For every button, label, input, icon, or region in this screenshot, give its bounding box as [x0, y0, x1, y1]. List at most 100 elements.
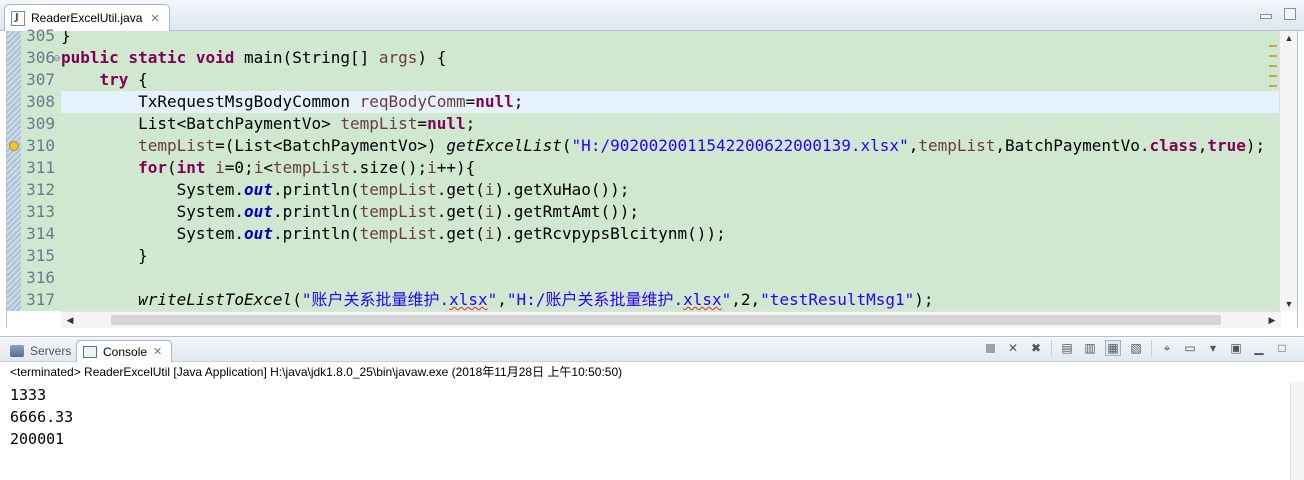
- console-output-line: 200001: [10, 430, 65, 448]
- code-token: null: [475, 92, 514, 111]
- code-line[interactable]: for(int i=0;i<tempList.size();i++){: [61, 157, 1281, 179]
- code-token: (: [292, 290, 302, 309]
- open-console-icon[interactable]: ▣: [1228, 340, 1244, 356]
- tab-servers[interactable]: Servers: [4, 340, 77, 362]
- code-token: ).getRcvpypsBlcitynm());: [494, 224, 726, 243]
- code-token: TxRequestMsgBodyCommon: [61, 92, 360, 111]
- code-line[interactable]: public static void main(String[] args) {: [61, 47, 1281, 69]
- console-output-line: 1333: [10, 386, 47, 404]
- pin-console-icon[interactable]: ⌖: [1159, 340, 1175, 356]
- code-line[interactable]: writeListToExcel("账户关系批量维护.xlsx","H:/账户关…: [61, 289, 1281, 311]
- code-token: i: [427, 158, 437, 177]
- line-number: 308: [26, 92, 55, 111]
- code-token: main(String[]: [234, 48, 379, 67]
- code-area[interactable]: } public static void main(String[] args) …: [61, 31, 1281, 311]
- code-token: "testResultMsg1": [760, 290, 915, 309]
- code-token: .println(: [272, 180, 360, 199]
- code-token: int: [176, 158, 206, 177]
- code-token: tempList: [918, 136, 996, 155]
- console-icon: [83, 345, 97, 358]
- console-output[interactable]: 1333 6666.33 200001: [10, 384, 73, 450]
- code-line[interactable]: try {: [61, 69, 1281, 91]
- show-console-on-error-icon[interactable]: ▧: [1128, 340, 1144, 356]
- maximize-button[interactable]: [1284, 8, 1296, 20]
- code-line[interactable]: System.out.println(tempList.get(i).getRc…: [61, 223, 1281, 245]
- code-line[interactable]: [61, 267, 1281, 289]
- close-icon[interactable]: ✕: [150, 12, 159, 25]
- code-line[interactable]: System.out.println(tempList.get(i).getRm…: [61, 201, 1281, 223]
- line-number: 305: [26, 26, 55, 45]
- view-minimize-icon[interactable]: ▁: [1251, 340, 1267, 356]
- tab-console[interactable]: Console ✕: [76, 340, 172, 362]
- code-token: out: [244, 202, 273, 221]
- code-token: }: [61, 246, 148, 265]
- console-toolbar: ✕ ✖ ▤ ▥ ▦ ▧ ⌖ ▭ ▾ ▣ ▁ □: [982, 340, 1290, 356]
- code-token: tempList: [340, 114, 418, 133]
- code-line[interactable]: }: [61, 31, 1281, 47]
- code-line[interactable]: System.out.println(tempList.get(i).getXu…: [61, 179, 1281, 201]
- code-token: .println(: [272, 202, 360, 221]
- minimize-button[interactable]: [1260, 14, 1272, 19]
- terminate-icon[interactable]: [982, 340, 998, 356]
- code-token: ,: [1197, 136, 1208, 155]
- show-console-on-output-icon[interactable]: ▦: [1105, 340, 1121, 356]
- code-line[interactable]: List<BatchPaymentVo> tempList=null;: [61, 113, 1281, 135]
- code-line[interactable]: TxRequestMsgBodyCommon reqBodyComm=null;: [61, 91, 1281, 113]
- code-token: ) {: [417, 48, 447, 67]
- code-token: ,: [908, 136, 919, 155]
- vertical-scrollbar[interactable]: ▲ ▼: [1269, 31, 1297, 311]
- code-line[interactable]: }: [61, 245, 1281, 267]
- code-token: tempList: [272, 158, 351, 177]
- scroll-right-icon[interactable]: ▶: [1265, 313, 1279, 327]
- remove-launch-icon[interactable]: ✕: [1005, 340, 1021, 356]
- clear-console-icon[interactable]: ▤: [1059, 340, 1075, 356]
- code-token: ": [721, 290, 732, 309]
- code-token: out: [244, 224, 273, 243]
- code-token: }: [61, 31, 71, 45]
- scroll-up-icon[interactable]: ▲: [1282, 31, 1296, 45]
- horizontal-scrollbar[interactable]: ◀ ▶: [61, 311, 1281, 328]
- line-number: 307: [26, 70, 55, 89]
- code-token: ).getXuHao());: [494, 180, 630, 199]
- code-token: ,2,: [731, 290, 761, 309]
- code-token: i: [484, 202, 495, 221]
- dropdown-icon[interactable]: ▾: [1205, 340, 1221, 356]
- code-token: i: [484, 224, 495, 243]
- code-token: writeListToExcel: [138, 290, 293, 309]
- code-token: public static void: [61, 48, 235, 67]
- close-icon[interactable]: ✕: [153, 345, 162, 358]
- code-token: =: [417, 114, 428, 133]
- editor-tab-bar: ReaderExcelUtil.java ✕: [0, 0, 1304, 31]
- console-scrollbar[interactable]: [1290, 382, 1304, 480]
- code-token: true: [1207, 136, 1246, 155]
- warning-marker-icon[interactable]: [9, 141, 19, 151]
- code-token: =0;: [224, 158, 254, 177]
- code-token: xlsx: [683, 290, 722, 309]
- code-token: );: [914, 290, 934, 309]
- remove-all-terminated-icon[interactable]: ✖: [1028, 340, 1044, 356]
- horizontal-scroll-thumb[interactable]: [111, 315, 1221, 325]
- fold-toggle-icon[interactable]: ⊖: [53, 52, 61, 64]
- line-number: 312: [26, 180, 55, 199]
- scroll-down-icon[interactable]: ▼: [1282, 297, 1296, 311]
- code-token: List<BatchPaymentVo>: [61, 114, 341, 133]
- code-token: =(List<BatchPaymentVo>): [215, 136, 447, 155]
- code-editor[interactable]: } public static void main(String[] args) …: [6, 26, 1298, 328]
- code-line[interactable]: tempList=(List<BatchPaymentVo>) getExcel…: [61, 135, 1281, 157]
- display-selected-console-icon[interactable]: ▭: [1182, 340, 1198, 356]
- code-token: "H:/90200200115422006220001З9.xlsx": [571, 136, 909, 155]
- editor-tab-label: ReaderExcelUtil.java: [31, 11, 143, 25]
- tab-servers-label: Servers: [30, 344, 72, 358]
- code-token: tempList: [359, 180, 437, 199]
- scroll-lock-icon[interactable]: ▥: [1082, 340, 1098, 356]
- code-token: ,: [497, 290, 507, 309]
- code-token: try: [99, 70, 129, 89]
- code-token: i: [253, 158, 264, 177]
- view-maximize-icon[interactable]: □: [1274, 340, 1290, 356]
- line-number: 315: [26, 246, 55, 265]
- code-token: i: [484, 180, 495, 199]
- scroll-left-icon[interactable]: ◀: [63, 313, 77, 327]
